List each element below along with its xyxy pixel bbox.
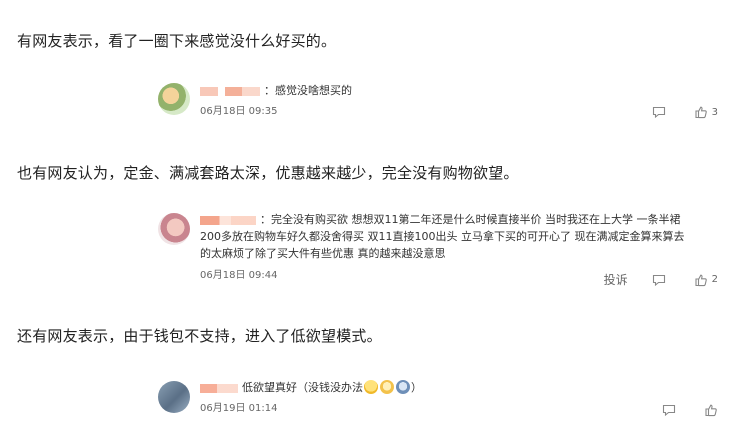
like-button[interactable]: 2 bbox=[694, 273, 718, 287]
comment-text: ：完全没有购买欲 想想双11第二年还是什么时候直接半价 当时我还在上大学 一条半… bbox=[200, 213, 685, 260]
avatar[interactable] bbox=[158, 381, 190, 413]
paragraph-2: 也有网友认为，定金、满减套路太深，优惠越来越少，完全没有购物欲望。 bbox=[17, 164, 519, 182]
emoji-cry-icon bbox=[396, 380, 410, 394]
avatar[interactable] bbox=[158, 213, 190, 245]
comment-text: ：感觉没啥想买的 bbox=[264, 84, 352, 97]
like-count: 3 bbox=[711, 106, 718, 118]
comment-bubble-icon bbox=[652, 105, 666, 119]
comment-bubble-icon bbox=[662, 403, 676, 417]
paragraph-1: 有网友表示，看了一圈下来感觉没什么好买的。 bbox=[17, 32, 337, 50]
emoji-sweat-icon bbox=[364, 380, 378, 394]
emoji-cat-icon bbox=[380, 380, 394, 394]
reply-button[interactable] bbox=[652, 105, 666, 119]
username-blurred[interactable] bbox=[200, 86, 260, 96]
like-button[interactable]: 3 bbox=[694, 105, 718, 119]
comment-text-end: ） bbox=[411, 381, 422, 394]
reply-button[interactable] bbox=[662, 403, 676, 417]
comment-bubble-icon bbox=[652, 273, 666, 287]
report-button[interactable]: 投诉 bbox=[604, 271, 628, 288]
like-button[interactable] bbox=[704, 403, 718, 417]
thumbs-up-icon bbox=[694, 105, 708, 119]
comment-date: 06月18日 09:35 bbox=[200, 106, 278, 117]
thumbs-up-icon bbox=[694, 273, 708, 287]
thumbs-up-icon bbox=[704, 403, 718, 417]
article-page: 有网友表示，看了一圈下来感觉没什么好买的。 ：感觉没啥想买的 06月18日 09… bbox=[0, 0, 739, 445]
comment-1: ：感觉没啥想买的 06月18日 09:35 3 bbox=[158, 83, 718, 123]
comment-2: ：完全没有购买欲 想想双11第二年还是什么时候直接半价 当时我还在上大学 一条半… bbox=[158, 211, 718, 291]
comment-date: 06月19日 01:14 bbox=[200, 403, 278, 414]
comment-text: 低欲望真好（没钱没办法 bbox=[242, 381, 363, 394]
comment-3: 低欲望真好（没钱没办法 ） 06月19日 01:14 bbox=[158, 380, 718, 420]
reply-button[interactable] bbox=[652, 273, 666, 287]
username-blurred[interactable] bbox=[200, 383, 238, 393]
paragraph-3: 还有网友表示，由于钱包不支持，进入了低欲望模式。 bbox=[17, 327, 382, 345]
avatar[interactable] bbox=[158, 83, 190, 115]
username-blurred[interactable] bbox=[200, 215, 256, 225]
like-count: 2 bbox=[711, 274, 718, 285]
